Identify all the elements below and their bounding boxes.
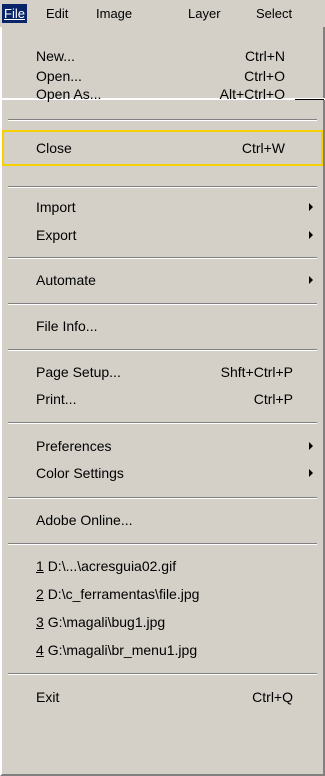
menu-select-label: Select	[256, 6, 293, 21]
adobe-online-label: Adobe Online...	[36, 512, 133, 528]
recent-file-num: 4	[36, 642, 44, 658]
menu-edit-label: Edit	[46, 6, 69, 21]
automate-label: Automate	[36, 272, 96, 288]
menu-item-preferences[interactable]: Preferences	[2, 432, 323, 460]
submenu-arrow-icon	[309, 276, 313, 284]
submenu-arrow-icon	[309, 231, 313, 239]
menu-image-label: Image	[96, 6, 133, 21]
separator	[8, 673, 317, 675]
recent-file-num: 3	[36, 614, 44, 630]
menu-item-import[interactable]: Import	[2, 193, 323, 221]
menu-item-file-info[interactable]: File Info...	[2, 312, 323, 340]
recent-file-num: 2	[36, 586, 44, 602]
menu-item-print[interactable]: Print... Ctrl+P	[2, 385, 323, 413]
separator	[8, 543, 317, 545]
menu-item-color-settings[interactable]: Color Settings	[2, 459, 323, 487]
open-as-label: Open As...	[36, 86, 102, 102]
close-shortcut: Ctrl+W	[241, 140, 285, 156]
exit-label: Exit	[36, 689, 60, 705]
menu-bar: File Edit Image Layer Select	[0, 0, 325, 27]
recent-file-path: G:\magali\bug1.jpg	[47, 614, 166, 630]
separator	[8, 497, 317, 499]
menu-file-label: File	[4, 6, 25, 21]
recent-file-1[interactable]: 1 D:\...\acresguia02.gif	[2, 552, 323, 580]
separator	[8, 119, 317, 121]
artifact-line	[295, 99, 324, 100]
menu-layer[interactable]: Layer	[188, 5, 221, 22]
file-menu-dropdown: New... Ctrl+N Open... Ctrl+O Open As... …	[0, 27, 325, 776]
exit-shortcut: Ctrl+Q	[252, 689, 293, 705]
menu-item-open-as[interactable]: Open As... Alt+Ctrl+O	[2, 80, 323, 108]
menu-file[interactable]: File	[2, 4, 27, 23]
export-label: Export	[36, 227, 77, 243]
recent-file-3[interactable]: 3 G:\magali\bug1.jpg	[2, 608, 323, 636]
separator	[8, 303, 317, 305]
submenu-arrow-icon	[309, 469, 313, 477]
page-setup-shortcut: Shft+Ctrl+P	[220, 364, 293, 380]
recent-file-path: D:\c_ferramentas\file.jpg	[47, 586, 200, 602]
photoshop-window: File Edit Image Layer Select New... Ctrl…	[0, 0, 325, 776]
menu-item-page-setup[interactable]: Page Setup... Shft+Ctrl+P	[2, 358, 323, 386]
submenu-arrow-icon	[309, 442, 313, 450]
menu-select[interactable]: Select	[256, 5, 292, 22]
menu-image[interactable]: Image	[96, 5, 132, 22]
separator	[8, 422, 317, 424]
page-setup-label: Page Setup...	[36, 364, 121, 380]
recent-file-4[interactable]: 4 G:\magali\br_menu1.jpg	[2, 636, 323, 664]
open-as-shortcut: Alt+Ctrl+O	[219, 86, 285, 102]
menu-item-exit[interactable]: Exit Ctrl+Q	[2, 683, 323, 711]
separator	[8, 257, 317, 259]
print-shortcut: Ctrl+P	[253, 391, 293, 407]
import-label: Import	[36, 199, 76, 215]
close-label: Close	[36, 140, 72, 156]
menu-item-automate[interactable]: Automate	[2, 266, 323, 294]
recent-file-path: D:\...\acresguia02.gif	[47, 558, 177, 574]
menu-layer-label: Layer	[188, 6, 221, 21]
separator	[8, 186, 317, 188]
print-label: Print...	[36, 391, 77, 407]
color-settings-label: Color Settings	[36, 465, 124, 481]
recent-file-num: 1	[36, 558, 44, 574]
file-info-label: File Info...	[36, 318, 98, 334]
recent-file-2[interactable]: 2 D:\c_ferramentas\file.jpg	[2, 580, 323, 608]
separator	[8, 349, 317, 351]
menu-item-close[interactable]: Close Ctrl+W	[2, 130, 323, 166]
menu-item-adobe-online[interactable]: Adobe Online...	[2, 506, 323, 534]
submenu-arrow-icon	[309, 203, 313, 211]
menu-item-export[interactable]: Export	[2, 221, 323, 249]
recent-file-path: G:\magali\br_menu1.jpg	[47, 642, 198, 658]
preferences-label: Preferences	[36, 438, 112, 454]
menu-edit[interactable]: Edit	[46, 5, 68, 22]
